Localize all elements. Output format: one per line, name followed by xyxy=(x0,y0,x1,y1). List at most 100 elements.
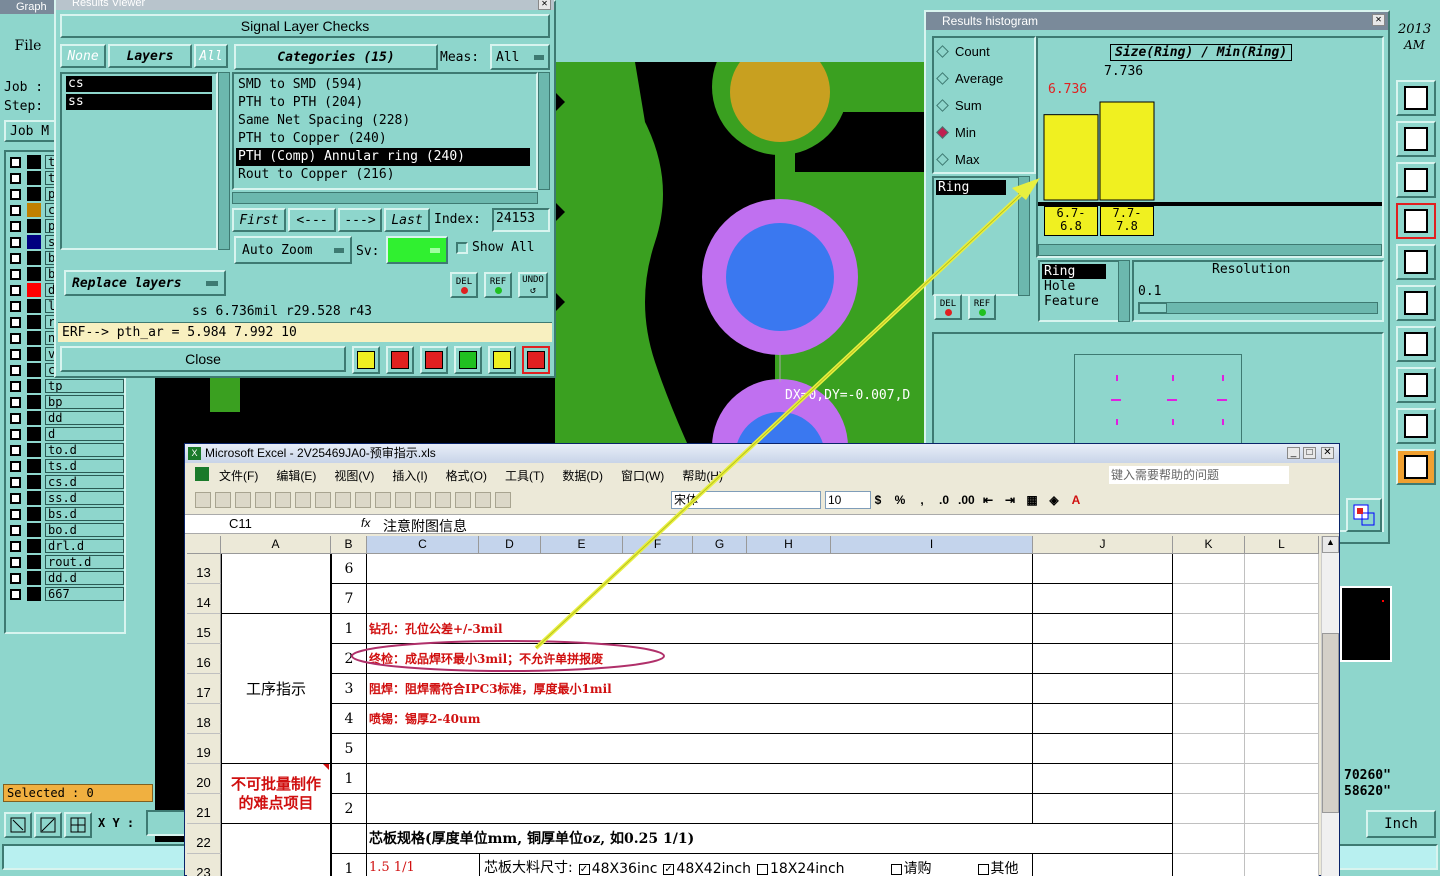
row-header[interactable]: 21 xyxy=(187,794,221,824)
s-shape-button[interactable] xyxy=(1396,121,1436,157)
prev-button[interactable]: <--- xyxy=(288,208,336,232)
cell-l[interactable] xyxy=(1245,854,1319,876)
option-checkbox[interactable]: 其他 xyxy=(977,854,1019,876)
next-button[interactable]: ---> xyxy=(338,208,382,232)
cell-l[interactable] xyxy=(1245,554,1319,584)
del-button[interactable]: DEL xyxy=(450,272,478,298)
cell-j[interactable] xyxy=(1033,794,1173,824)
cell-j[interactable] xyxy=(1033,584,1173,614)
cell-b[interactable]: 2 xyxy=(331,644,367,674)
cell-c[interactable] xyxy=(367,764,1033,794)
category-hscrollbar[interactable] xyxy=(232,192,538,204)
cell-a-merged[interactable] xyxy=(221,824,331,876)
scroll-thumb[interactable] xyxy=(1322,633,1339,813)
preview-icon[interactable] xyxy=(315,492,331,508)
close-icon[interactable]: ✕ xyxy=(1321,447,1334,459)
first-button[interactable]: First xyxy=(232,208,286,232)
zoom-tool-button[interactable] xyxy=(4,812,32,838)
cell-l[interactable] xyxy=(1245,704,1319,734)
category-item[interactable]: SMD to SMD (594) xyxy=(236,76,530,94)
checkbox-icon[interactable] xyxy=(10,348,21,360)
menu-item[interactable]: 插入(I) xyxy=(392,467,427,484)
layer-row[interactable]: 667 xyxy=(6,586,124,602)
menu-item[interactable]: 帮助(H) xyxy=(682,467,723,484)
inc-indent-icon[interactable]: ⇥ xyxy=(1002,492,1018,508)
cell-k[interactable] xyxy=(1173,614,1245,644)
cell-a-process[interactable]: 工序指示 xyxy=(221,614,331,764)
column-header[interactable]: K xyxy=(1173,536,1245,554)
layout-button[interactable] xyxy=(1396,80,1436,116)
percent-icon[interactable]: % xyxy=(892,492,908,508)
checkbox-icon[interactable] xyxy=(10,284,21,296)
histogram-bar[interactable] xyxy=(1099,101,1155,201)
index-input[interactable]: 24153 xyxy=(492,208,550,232)
cell-l[interactable] xyxy=(1245,614,1319,644)
checkbox-icon[interactable] xyxy=(10,476,21,488)
column-header[interactable]: D xyxy=(479,536,541,554)
column-header[interactable]: H xyxy=(747,536,831,554)
replace-layers-button[interactable]: Replace layers xyxy=(64,270,226,296)
categories-button[interactable]: Categories (15) xyxy=(234,44,438,70)
cell-b[interactable]: 1 xyxy=(331,614,367,644)
checkbox-icon[interactable] xyxy=(10,300,21,312)
cell-l[interactable] xyxy=(1245,734,1319,764)
layer-row[interactable]: d xyxy=(6,426,124,442)
checkbox-icon[interactable] xyxy=(10,460,21,472)
cell-c[interactable] xyxy=(367,794,1033,824)
attribute-list[interactable]: Ring xyxy=(932,176,1028,296)
layer-row[interactable]: bp xyxy=(6,394,124,410)
borders-icon[interactable]: ▦ xyxy=(1024,492,1040,508)
cell-b[interactable]: 5 xyxy=(331,734,367,764)
row-header[interactable]: 16 xyxy=(187,644,221,674)
checkbox-icon[interactable] xyxy=(10,236,21,248)
layer-row[interactable]: ts.d xyxy=(6,458,124,474)
cell-b[interactable]: 3 xyxy=(331,674,367,704)
font-color-icon[interactable]: A xyxy=(1068,492,1084,508)
snap-button[interactable] xyxy=(1396,285,1436,321)
row-header[interactable]: 23 xyxy=(187,854,221,876)
redo-icon[interactable] xyxy=(475,492,491,508)
resolution-slider[interactable] xyxy=(1138,302,1378,314)
job-manager-button[interactable]: Job M xyxy=(4,120,56,142)
select-all-corner[interactable] xyxy=(187,536,221,554)
checkbox-icon[interactable] xyxy=(10,396,21,408)
menu-item[interactable]: 数据(D) xyxy=(562,467,603,484)
menu-item[interactable]: 视图(V) xyxy=(334,467,374,484)
column-header[interactable]: A xyxy=(221,536,331,554)
currency-icon[interactable]: $ xyxy=(870,492,886,508)
cell-c[interactable] xyxy=(367,584,1033,614)
mode-radio[interactable]: Sum xyxy=(934,92,1034,119)
checkbox-icon[interactable] xyxy=(10,524,21,536)
minimap[interactable] xyxy=(1340,586,1392,662)
cell-c[interactable]: 阻焊：阻焊需符合IPC3标准，厚度最小1mil xyxy=(367,674,1033,704)
checkbox-icon[interactable] xyxy=(10,252,21,264)
sv-dropdown[interactable] xyxy=(386,236,448,264)
print-icon[interactable] xyxy=(295,492,311,508)
cell-b[interactable]: 4 xyxy=(331,704,367,734)
cell-j[interactable] xyxy=(1033,764,1173,794)
inc-decimal-icon[interactable]: .0 xyxy=(936,492,952,508)
no-entry-button[interactable] xyxy=(420,346,448,374)
row-header[interactable]: 20 xyxy=(187,764,221,794)
scroll-up-icon[interactable]: ▲ xyxy=(1322,536,1339,553)
column-header[interactable]: F xyxy=(623,536,693,554)
layers-button[interactable]: Layers xyxy=(108,44,192,68)
option-checkbox[interactable]: 请购 xyxy=(890,854,932,876)
cell-k[interactable] xyxy=(1173,674,1245,704)
close-icon[interactable]: ✕ xyxy=(1372,14,1385,26)
permission-icon[interactable] xyxy=(255,492,271,508)
menu-item[interactable]: 格式(O) xyxy=(446,467,487,484)
name-box[interactable]: C11 xyxy=(189,516,309,533)
layer-row[interactable]: dd xyxy=(6,410,124,426)
dec-decimal-icon[interactable]: .00 xyxy=(958,492,975,508)
layer-item[interactable]: cs xyxy=(66,76,212,92)
mode-radio[interactable]: Max xyxy=(934,146,1034,173)
xy-input[interactable] xyxy=(146,810,186,836)
hist-ref-button[interactable]: REF xyxy=(968,294,996,320)
cell-b[interactable]: 2 xyxy=(331,794,367,824)
cell-k[interactable] xyxy=(1173,554,1245,584)
route-button[interactable] xyxy=(1396,449,1436,485)
font-size-select[interactable]: 10 xyxy=(825,491,871,509)
category-item[interactable]: Rout to Copper (216) xyxy=(236,166,530,184)
paste-icon[interactable] xyxy=(415,492,431,508)
